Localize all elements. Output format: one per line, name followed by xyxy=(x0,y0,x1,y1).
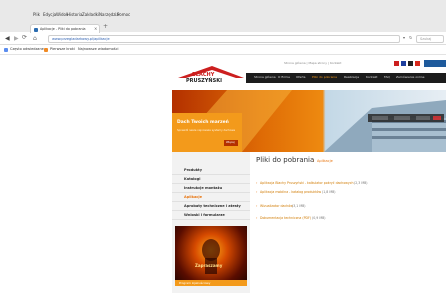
sidebar-item-label: Aprobaty techniczne i atesty xyxy=(184,204,241,208)
download-link[interactable]: Aplikacja Blachy Pruszyński - kalkulator… xyxy=(260,181,354,185)
bookmark-icon xyxy=(4,48,8,52)
page-title: Pliki do pobrania xyxy=(256,156,315,164)
menu-file[interactable]: Plik xyxy=(33,13,40,17)
bookmarks-toolbar: Często odwiedzane Pierwsze kroki Najnows… xyxy=(0,45,446,55)
nav-item[interactable]: O firmie xyxy=(278,76,290,79)
nav-item[interactable]: Zamówienie online xyxy=(396,76,424,79)
filter-select[interactable] xyxy=(394,116,410,120)
url-bar[interactable]: www.przegladarkowy.pl/aplikacje xyxy=(48,35,400,43)
sidebar-item[interactable]: Produkty xyxy=(172,166,250,175)
facebook-button[interactable] xyxy=(424,60,446,67)
sidebar-item[interactable]: Katalogi xyxy=(172,175,250,184)
nav-item[interactable]: Strona główna xyxy=(254,76,276,79)
download-icon: › xyxy=(256,190,258,194)
hero-headline: Dach Twoich marzeń xyxy=(177,120,229,125)
nav-item[interactable]: Kontakt xyxy=(366,76,377,79)
download-size: (3,1 MB) xyxy=(292,204,306,208)
url-text: www.przegladarkowy.pl/aplikacje xyxy=(52,37,110,41)
hero-promo-box: Dach Twoich marzeń Sprawdź nasze najnows… xyxy=(172,113,242,155)
download-link[interactable]: Aplikacja mobilna - katalog produktów xyxy=(260,190,321,194)
sidebar-item[interactable]: Aprobaty techniczne i atesty xyxy=(172,202,250,211)
nav-item[interactable]: FAQ xyxy=(384,76,390,79)
banner-caption: Program lojalnościowy xyxy=(179,280,211,285)
bookmark-item[interactable]: Najnowsze wiadomości xyxy=(78,47,119,52)
download-icon: › xyxy=(256,216,258,220)
browser-tab[interactable]: Aplikacje - Pliki do pobrania × xyxy=(30,24,100,33)
forward-icon[interactable]: ▶ xyxy=(14,36,19,42)
breadcrumb-separator: › xyxy=(313,159,315,163)
filter-select[interactable] xyxy=(416,116,430,120)
logo-line2: PRUSZYŃSKI xyxy=(186,78,222,84)
flag-ru-icon[interactable] xyxy=(415,61,420,66)
back-icon[interactable]: ◀ xyxy=(5,36,10,42)
hero-subtext: Sprawdź nasze najnowsze systemy dachowe xyxy=(177,129,236,132)
download-size: (0,9 MB) xyxy=(312,216,326,220)
home-icon[interactable]: ⌂ xyxy=(33,36,37,42)
bookmark-icon xyxy=(44,48,48,52)
nav-item-active[interactable]: Pliki do pobrania xyxy=(312,76,337,79)
new-tab-icon[interactable]: + xyxy=(103,24,108,30)
sidebar-item[interactable]: Wnioski i formularze xyxy=(172,211,250,220)
menu-bookmarks[interactable]: Zakładki xyxy=(82,13,99,17)
menu-history[interactable]: Historia xyxy=(67,13,82,17)
tab-title: Aplikacje - Pliki do pobrania xyxy=(40,27,86,31)
menu-help[interactable]: Pomoc xyxy=(117,13,130,17)
download-link[interactable]: Wizualizator dachów xyxy=(260,204,293,208)
tab-close-icon[interactable]: × xyxy=(94,27,97,31)
flag-en-icon[interactable] xyxy=(401,61,406,66)
fire-figure-illustration xyxy=(202,239,220,274)
promo-banner[interactable]: Zapraszamy xyxy=(175,226,247,280)
nav-item[interactable]: Realizacje xyxy=(344,76,359,79)
reload-icon[interactable]: ⟳ xyxy=(22,35,27,41)
download-size: (2,3 MB) xyxy=(354,181,368,185)
banner-caption-bar[interactable]: Program lojalnościowy xyxy=(175,280,247,286)
nav-item[interactable]: Oferta xyxy=(296,76,306,79)
filter-select[interactable] xyxy=(372,116,388,120)
flag-de-icon[interactable] xyxy=(408,61,413,66)
hero-button-label: Więcej xyxy=(226,140,235,144)
main-content: Pliki do pobrania › Aplikacje › Aplikacj… xyxy=(250,152,446,293)
sidebar-item-label: Aplikacje xyxy=(184,195,202,199)
dropdown-icon[interactable]: ▾ xyxy=(403,36,405,40)
flag-pl-icon[interactable] xyxy=(394,61,399,66)
bookmark-item[interactable]: Pierwsze kroki xyxy=(50,47,75,52)
download-icon: › xyxy=(256,204,258,208)
download-icon: › xyxy=(256,181,258,185)
banner-text: Zapraszamy xyxy=(195,263,223,268)
download-link[interactable]: Dokumentacja techniczna (PDF) xyxy=(260,216,311,220)
refresh-icon[interactable]: ↻ xyxy=(409,36,412,40)
filter-go-button[interactable] xyxy=(433,116,441,120)
hero-more-button[interactable]: Więcej xyxy=(224,140,238,146)
site-logo[interactable]: BLACHY PRUSZYŃSKI xyxy=(176,64,246,88)
hero-filter-bar xyxy=(368,114,444,122)
breadcrumb[interactable]: Aplikacje xyxy=(317,159,333,164)
menu-edit[interactable]: Edycja xyxy=(43,13,56,17)
bookmark-item[interactable]: Często odwiedzane xyxy=(10,47,44,52)
sidebar-item-label: Wnioski i formularze xyxy=(184,213,225,217)
top-links[interactable]: Strona główna | Mapa strony | Kontakt xyxy=(284,62,341,65)
search-input[interactable]: Szukaj xyxy=(416,35,444,43)
sidebar-item-label: Produkty xyxy=(184,168,202,172)
download-size: (1,8 MB) xyxy=(322,190,336,194)
favicon-icon xyxy=(34,28,38,32)
sidebar-item[interactable]: Instrukcje montażu xyxy=(172,184,250,193)
sidebar-item-active[interactable]: Aplikacje xyxy=(172,193,250,202)
main-nav: Strona główna O firmie Oferta Pliki do p… xyxy=(246,73,446,83)
sidebar-item-label: Katalogi xyxy=(184,177,201,181)
browser-menubar: Plik Edycja Widok Historia Zakładki Narz… xyxy=(0,0,446,22)
search-placeholder: Szukaj xyxy=(420,37,432,41)
menu-tools[interactable]: Narzędzia xyxy=(99,13,119,17)
sidebar-item-label: Instrukcje montażu xyxy=(184,186,223,190)
